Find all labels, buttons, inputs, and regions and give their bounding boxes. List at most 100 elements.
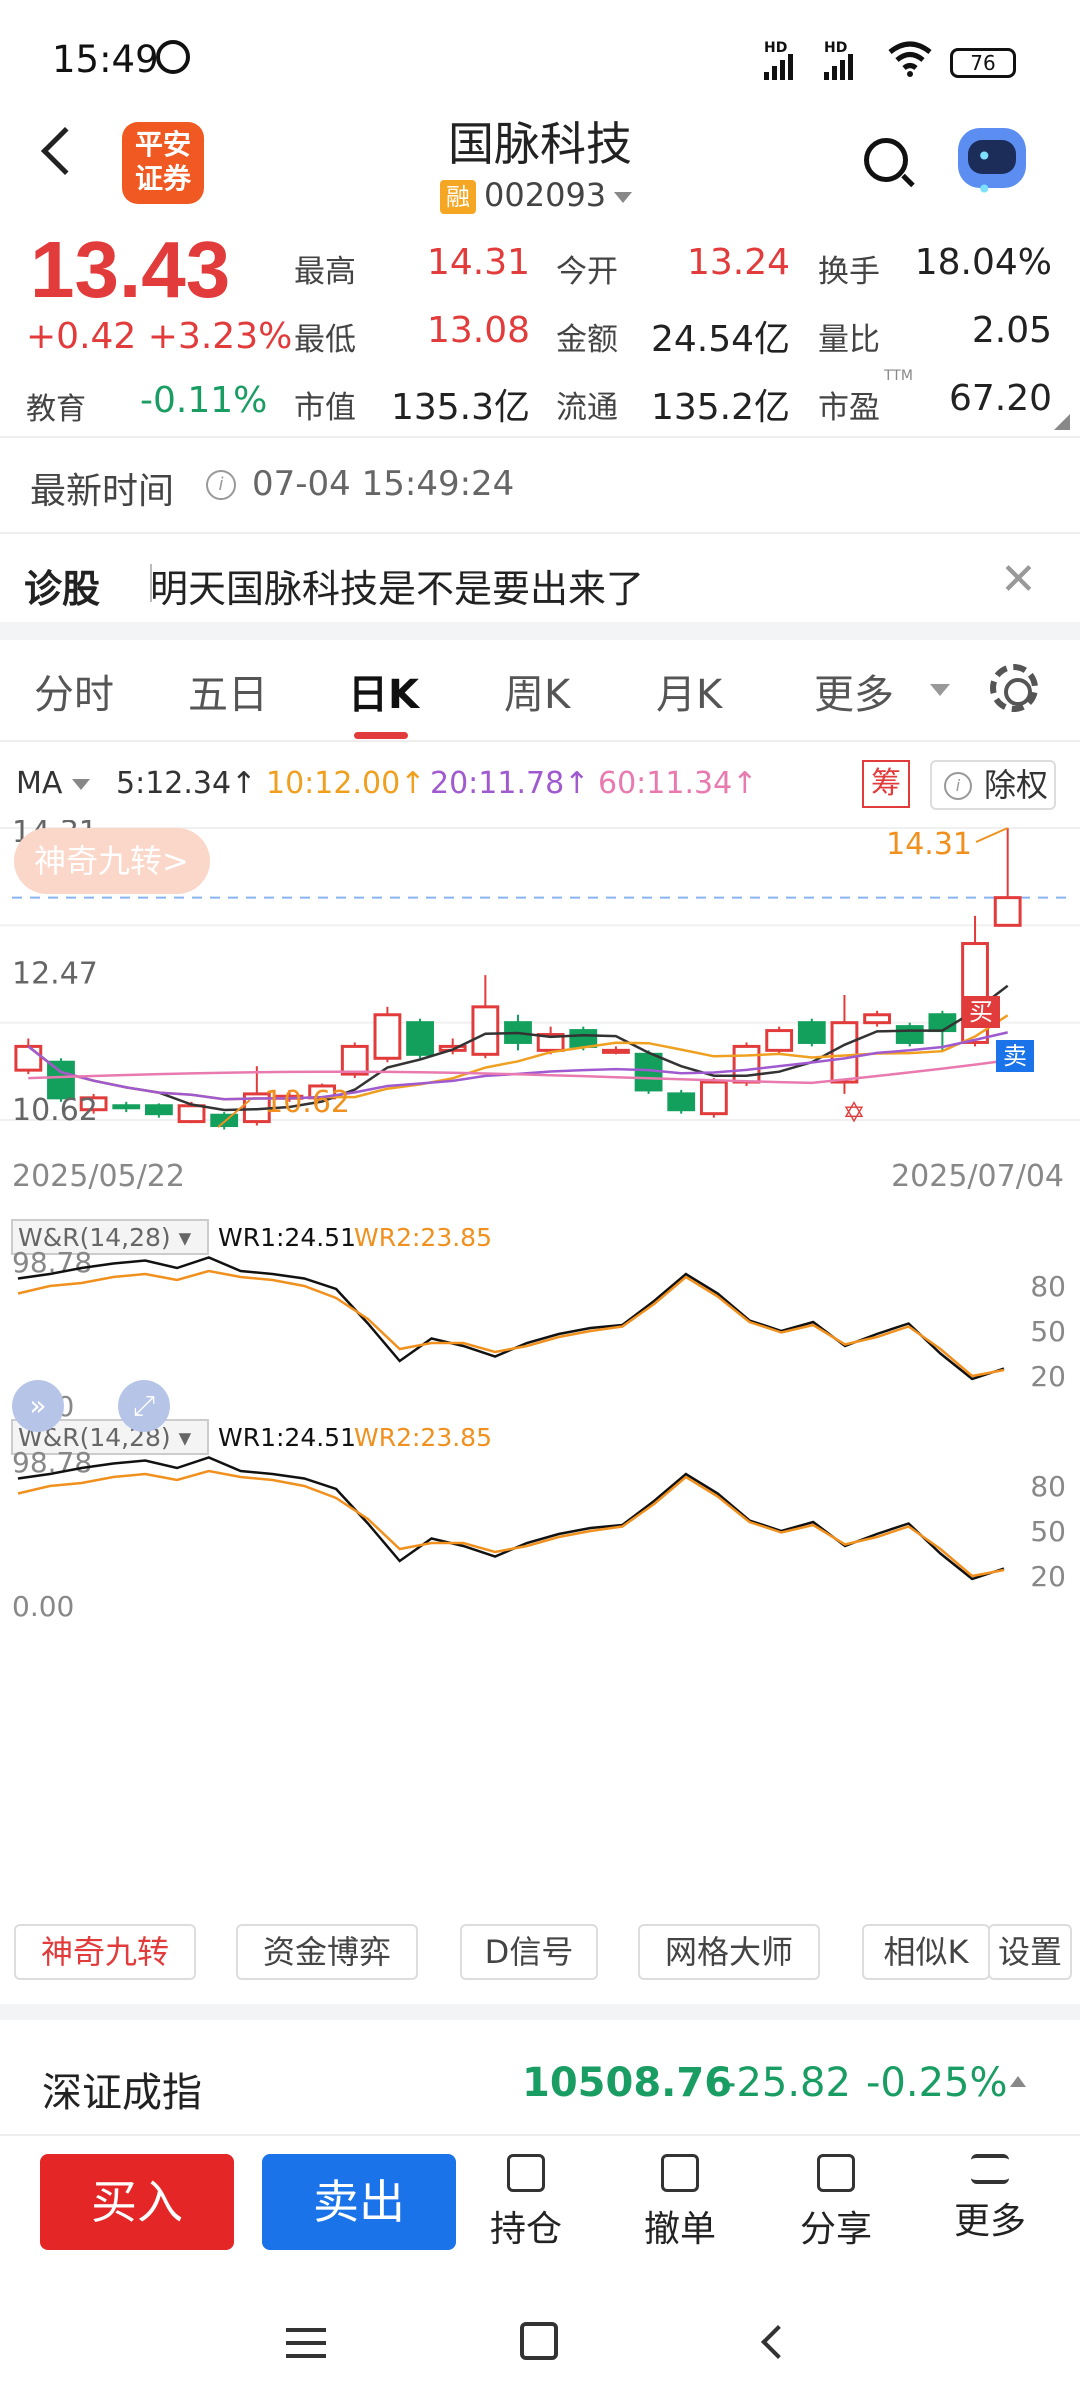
gear-icon[interactable]	[990, 664, 1038, 712]
candle-body	[797, 1021, 826, 1044]
trade-action-bar: 买入 卖出 持仓 撤单 分享 更多	[0, 2136, 1080, 2276]
tab-more[interactable]: 更多	[814, 662, 894, 720]
tool-grid-master[interactable]: 网格大师	[638, 1924, 820, 1980]
field-value: 13.24	[686, 242, 790, 283]
cancel-order-button[interactable]: 撤单	[620, 2154, 740, 2252]
signal-icon-2	[824, 54, 856, 86]
x-end-date: 2025/07/04	[891, 1159, 1064, 1194]
positions-button[interactable]: 持仓	[466, 2154, 586, 2252]
status-bar: 15:49 HD HD 76	[0, 0, 1080, 100]
max-price-pointer	[975, 827, 1009, 843]
candle-body	[373, 1013, 402, 1060]
app-header: 平安 证券 国脉科技 融 002093	[0, 100, 1080, 224]
ma-label: MA	[16, 766, 63, 801]
y-tick-label: 12.47	[12, 957, 98, 992]
signal-star-icon: ✡	[842, 1096, 865, 1129]
back-nav-icon[interactable]	[761, 2325, 795, 2359]
divider	[0, 740, 1080, 742]
positions-label: 持仓	[489, 2209, 562, 2250]
chevron-down-icon	[930, 684, 950, 696]
index-name: 深证成指	[42, 2070, 202, 2116]
tab-five-day[interactable]: 五日	[188, 662, 268, 720]
expand-corner-icon[interactable]	[1054, 414, 1070, 430]
field-value: 2.05	[971, 310, 1052, 351]
candle-body	[144, 1104, 173, 1116]
change-value: +0.42	[26, 316, 137, 357]
current-price: 13.43	[30, 225, 231, 314]
field-value: 14.31	[426, 242, 530, 283]
field-value: 135.2亿	[650, 387, 790, 428]
system-nav-bar	[0, 2280, 1080, 2400]
recent-apps-icon[interactable]	[286, 2328, 326, 2358]
divider	[0, 532, 1080, 534]
x-start-date: 2025/05/22	[12, 1159, 185, 1194]
close-icon[interactable]: ✕	[1000, 554, 1037, 605]
min-price-label: 10.62	[264, 1085, 350, 1120]
candle-body	[993, 896, 1022, 927]
candle-body	[471, 1005, 500, 1056]
tab-monthly-k[interactable]: 月K	[656, 662, 722, 720]
share-button[interactable]: 分享	[776, 2154, 896, 2252]
field-label: 量比	[818, 322, 880, 358]
chart-period-tabs: 分时 五日 日K 周K 月K 更多	[0, 638, 1080, 742]
quote-panel: 13.43 +0.42 +3.23% 教育 -0.11% 最高 14.31 今开…	[0, 224, 1080, 434]
tool-fund-game[interactable]: 资金博弈	[236, 1924, 418, 1980]
cancel-order-icon	[661, 2154, 699, 2192]
index-value: 10508.76	[522, 2060, 733, 2106]
field-label: 市盈	[818, 390, 880, 426]
assistant-robot-icon[interactable]	[958, 128, 1026, 206]
tab-intraday[interactable]: 分时	[34, 662, 114, 720]
latest-time-value: 07-04 15:49:24	[252, 464, 515, 504]
field-label: 最低	[294, 322, 356, 358]
wr-y-right-label: 80	[1030, 1270, 1066, 1303]
magic-nine-badge[interactable]: 神奇九转>	[14, 828, 210, 894]
ex-rights-button[interactable]: i 除权	[930, 760, 1056, 810]
wr1-line	[17, 1456, 1005, 1581]
tab-weekly-k[interactable]: 周K	[504, 662, 570, 720]
kline-chart-area[interactable]: 14.3112.4710.6214.3110.622025/05/222025/…	[0, 820, 1080, 1920]
search-icon[interactable]	[864, 138, 908, 182]
wr-y-right-label: 50	[1030, 1515, 1066, 1548]
sector-name[interactable]: 教育	[26, 384, 86, 428]
battery-indicator: 76	[950, 48, 1016, 78]
more-label: 更多	[953, 2201, 1026, 2242]
field-label: 今开	[556, 254, 618, 290]
home-icon[interactable]	[520, 2322, 558, 2360]
index-change-percent: -0.25%	[866, 2060, 1008, 2106]
tool-magic-nine[interactable]: 神奇九转	[14, 1924, 196, 1980]
wr-y-right-label: 20	[1030, 1360, 1066, 1393]
tool-d-signal[interactable]: D信号	[460, 1924, 598, 1980]
market-index-row[interactable]: 深证成指 10508.76 -25.82 -0.25%	[0, 2030, 1080, 2134]
stock-code-selector[interactable]: 融 002093	[440, 176, 633, 214]
chip-distribution-button[interactable]: 筹	[862, 760, 910, 808]
field-label: 金额	[556, 322, 618, 358]
candle-body	[765, 1029, 794, 1052]
margin-badge: 融	[440, 180, 476, 214]
candle-body	[830, 1021, 859, 1084]
fullscreen-icon[interactable]: ⤢	[118, 1380, 170, 1432]
share-label: 分享	[799, 2209, 872, 2250]
tab-daily-k[interactable]: 日K	[348, 662, 419, 720]
menu-icon	[971, 2154, 1009, 2184]
tool-settings[interactable]: 设置	[988, 1924, 1072, 1980]
sector-change: -0.11%	[140, 380, 268, 421]
diagnosis-bar[interactable]: 诊股 明天国脉科技是不是要出来了 ✕	[0, 536, 1080, 626]
y-tick-label: 10.62	[12, 1093, 98, 1128]
ma-legend-row: MA 5:12.34↑ 10:12.00↑ 20:11.78↑ 60:11.34…	[0, 756, 1080, 816]
status-time: 15:49	[52, 38, 159, 81]
wr2-line	[17, 1269, 1005, 1378]
tool-similar-k[interactable]: 相似K	[862, 1924, 990, 1980]
sell-button[interactable]: 卖出	[262, 2154, 456, 2250]
diagnosis-text[interactable]: 明天国脉科技是不是要出来了	[150, 558, 644, 613]
cancel-order-label: 撤单	[643, 2209, 716, 2250]
candle-body	[863, 1013, 892, 1025]
candle-body	[112, 1104, 141, 1110]
buy-button[interactable]: 买入	[40, 2154, 234, 2250]
info-icon[interactable]: i	[206, 470, 236, 500]
field-value: 18.04%	[914, 242, 1052, 283]
ma-selector[interactable]: MA	[16, 766, 90, 801]
fast-forward-icon[interactable]: »	[12, 1380, 64, 1432]
latest-time-label: 最新时间	[30, 471, 175, 512]
more-button[interactable]: 更多	[930, 2154, 1050, 2244]
field-value: 24.54亿	[650, 319, 790, 360]
